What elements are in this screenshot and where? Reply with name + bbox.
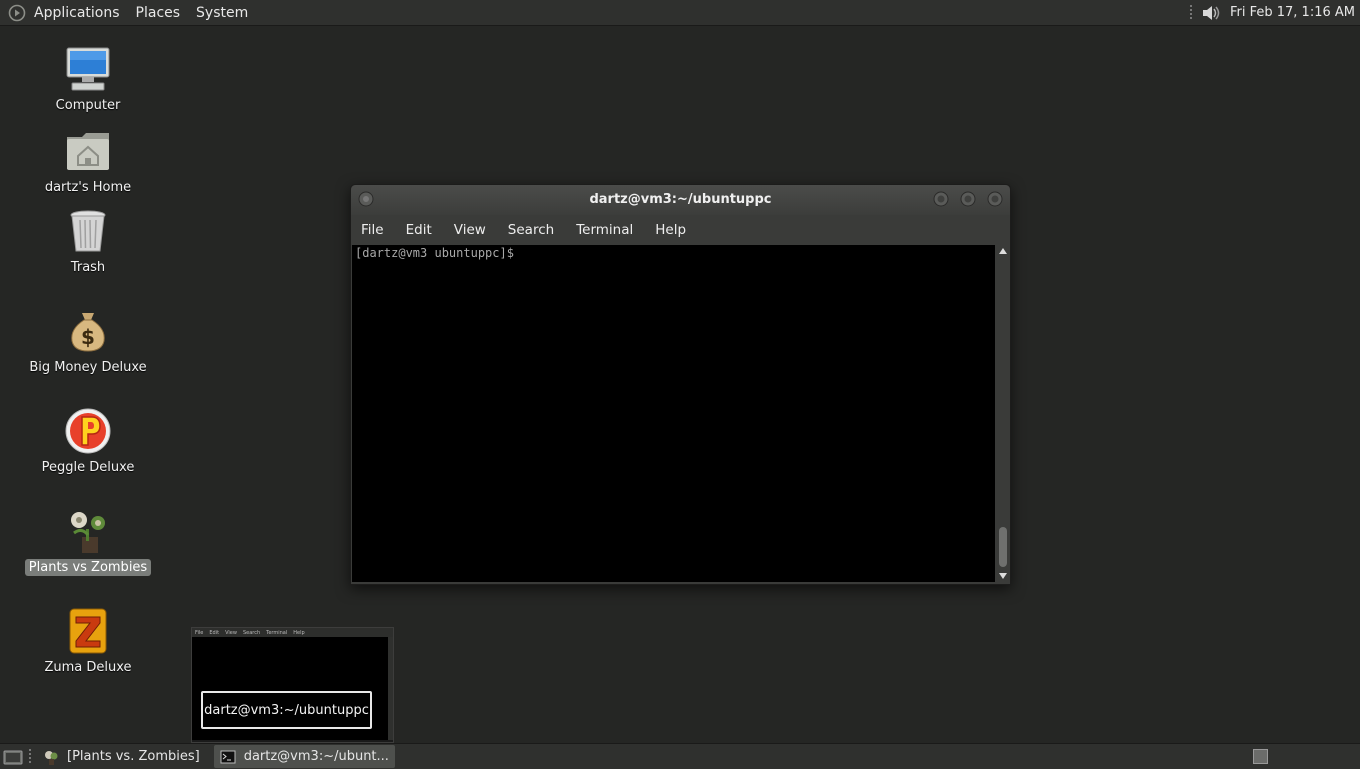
preview-caption: dartz@vm3:~/ubuntuppc (201, 691, 372, 729)
scroll-down-icon[interactable] (999, 573, 1007, 579)
taskbar-item-label: dartz@vm3:~/ubunt... (243, 749, 389, 764)
desktop-icon-label: Computer (55, 98, 121, 113)
desktop-icon-label: Big Money Deluxe (29, 360, 147, 375)
tray-handle-icon (1189, 4, 1192, 19)
computer-icon (66, 47, 110, 91)
home-folder-icon (67, 133, 109, 170)
menu-help[interactable]: Help (644, 222, 697, 238)
preview-menu-item: Help (293, 629, 305, 636)
clock[interactable]: Fri Feb 17, 1:16 AM (1230, 5, 1355, 20)
volume-icon[interactable] (1200, 3, 1222, 23)
preview-menu-item: View (225, 629, 237, 636)
main-menu: Applications Places System (34, 0, 256, 25)
desktop-icon-peggle[interactable]: Peggle Deluxe (13, 407, 163, 476)
taskbar-item-label: [Plants vs. Zombies] (67, 749, 200, 764)
menu-search[interactable]: Search (497, 222, 565, 238)
minimize-icon[interactable] (932, 190, 950, 208)
shell-prompt: [dartz@vm3 ubuntuppc]$ (355, 246, 522, 260)
plants-vs-zombies-icon (71, 512, 105, 553)
money-bag-icon: $ (71, 313, 105, 352)
desktop-icon-zuma[interactable]: Zuma Deluxe (13, 607, 163, 676)
scrollbar-thumb[interactable] (999, 527, 1007, 567)
scroll-up-icon[interactable] (999, 248, 1007, 254)
desktop-icon-label: Peggle Deluxe (41, 460, 135, 475)
preview-menubar: File Edit View Search Terminal Help (192, 628, 393, 637)
terminal-output[interactable]: [dartz@vm3 ubuntuppc]$ (352, 245, 995, 582)
taskbar-item-plants-vs-zombies[interactable]: [Plants vs. Zombies] (37, 745, 206, 768)
menu-terminal[interactable]: Terminal (565, 222, 644, 238)
desktop-icon-computer[interactable]: Computer (13, 45, 163, 114)
desktop-icon-big-money[interactable]: $ Big Money Deluxe (13, 307, 163, 376)
preview-menu-item: Search (242, 629, 261, 636)
svg-text:$: $ (81, 325, 95, 349)
desktop-icon-trash[interactable]: Trash (13, 207, 163, 276)
close-icon[interactable] (986, 190, 1004, 208)
preview-menu-item: File (195, 629, 204, 636)
workspace-switcher[interactable] (1253, 749, 1268, 764)
desktop-icon-label: dartz's Home (44, 180, 132, 195)
ubuntu-logo-icon[interactable] (6, 0, 28, 25)
system-menu[interactable]: System (188, 5, 256, 21)
trash-icon (70, 210, 106, 252)
pvz-task-icon (45, 750, 58, 765)
places-menu[interactable]: Places (128, 5, 189, 21)
top-panel: Applications Places System Fri Feb 17, 1… (0, 0, 1360, 26)
terminal-icon (220, 750, 236, 763)
system-tray: Fri Feb 17, 1:16 AM (1188, 0, 1355, 25)
terminal-menubar: File Edit View Search Terminal Help (351, 215, 1010, 245)
menu-file[interactable]: File (351, 222, 395, 238)
terminal-scrollbar[interactable] (996, 245, 1009, 582)
desktop-icon-plants-vs-zombies[interactable]: Plants vs Zombies (13, 507, 163, 576)
preview-menu-item: Edit (209, 629, 220, 636)
window-preview-popup[interactable]: File Edit View Search Terminal Help dart… (191, 627, 394, 743)
preview-menu-item: Terminal (266, 629, 288, 636)
window-titlebar[interactable]: dartz@vm3:~/ubuntuppc (351, 185, 1010, 215)
peggle-icon (65, 408, 111, 454)
desktop-icon-home[interactable]: dartz's Home (13, 127, 163, 196)
zuma-icon (69, 608, 107, 654)
bottom-panel: [Plants vs. Zombies] dartz@vm3:~/ubunt..… (0, 743, 1360, 769)
desktop-icon-label: Plants vs Zombies (24, 559, 152, 576)
panel-handle-icon (29, 748, 31, 763)
terminal-window: dartz@vm3:~/ubuntuppc File Edit View Sea… (350, 184, 1011, 585)
menu-view[interactable]: View (443, 222, 497, 238)
menu-edit[interactable]: Edit (395, 222, 443, 238)
desktop-icon-label: Zuma Deluxe (44, 660, 132, 675)
window-title: dartz@vm3:~/ubuntuppc (589, 192, 772, 207)
applications-menu[interactable]: Applications (34, 5, 128, 21)
show-desktop-icon[interactable] (3, 748, 23, 766)
desktop-icon-label: Trash (70, 260, 106, 275)
preview-scrollbar (388, 637, 393, 740)
maximize-icon[interactable] (959, 190, 977, 208)
taskbar-item-terminal[interactable]: dartz@vm3:~/ubunt... (213, 745, 395, 768)
